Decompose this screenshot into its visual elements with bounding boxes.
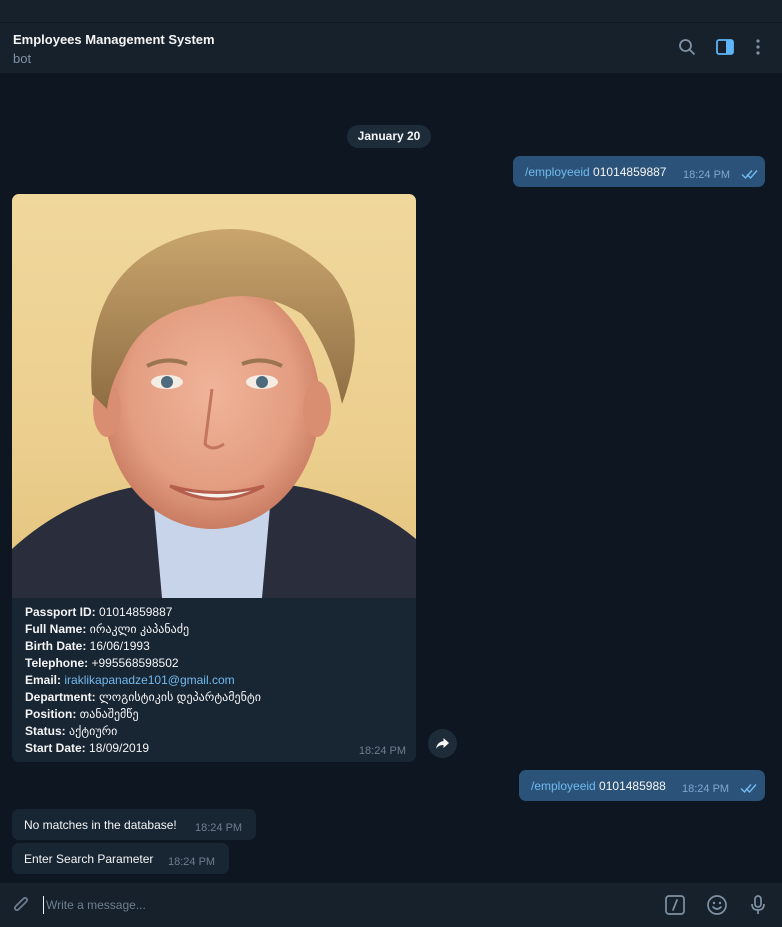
- forward-icon: [436, 738, 449, 749]
- message-text: No matches in the database!: [24, 818, 177, 832]
- paperclip-icon[interactable]: [10, 894, 32, 916]
- department-row: Department: ლოგისტიკის დეპარტამენტი: [25, 690, 261, 704]
- fullname-row: Full Name: ირაკლი კაპანაძე: [25, 622, 190, 636]
- incoming-message[interactable]: Enter Search Parameter 18:24 PM: [12, 843, 229, 874]
- message-composer: [0, 883, 782, 927]
- more-vertical-icon[interactable]: [748, 37, 768, 57]
- bot-command-icon[interactable]: [664, 894, 686, 916]
- message-time: 18:24 PM: [358, 745, 406, 757]
- portrait-image: [12, 229, 416, 598]
- bot-command-link[interactable]: /employeeid: [525, 165, 590, 179]
- chat-title[interactable]: Employees Management System: [13, 32, 215, 47]
- emoji-icon[interactable]: [706, 894, 728, 916]
- double-check-icon: [741, 170, 758, 180]
- message-time: 18:24 PM: [195, 822, 243, 834]
- message-text: /employeeid 01014859887: [525, 165, 667, 179]
- telephone-row: Telephone: +995568598502: [25, 656, 179, 670]
- email-row: Email: iraklikapanadze101@gmail.com: [25, 673, 235, 687]
- email-link[interactable]: iraklikapanadze101@gmail.com: [64, 673, 234, 687]
- incoming-message[interactable]: No matches in the database! 18:24 PM: [12, 809, 256, 840]
- window-top-strip: [0, 0, 782, 22]
- message-time: 18:24 PM: [683, 169, 731, 181]
- chat-header[interactable]: Employees Management System bot: [0, 22, 782, 73]
- employee-details: Passport ID: 01014859887 Full Name: ირაკ…: [25, 604, 261, 757]
- startdate-row: Start Date: 18/09/2019: [25, 741, 150, 755]
- microphone-icon[interactable]: [747, 894, 769, 916]
- birthdate-row: Birth Date: 16/06/1993: [25, 639, 150, 653]
- bot-command-link[interactable]: /employeeid: [531, 779, 596, 793]
- outgoing-message[interactable]: /employeeid 0101485988 18:24 PM: [519, 770, 765, 801]
- passport-row: Passport ID: 01014859887: [25, 605, 173, 619]
- text-cursor: [43, 896, 44, 914]
- message-text: /employeeid 0101485988: [531, 779, 666, 793]
- message-time: 18:24 PM: [682, 783, 730, 795]
- chat-subtitle: bot: [13, 51, 32, 66]
- search-icon[interactable]: [677, 37, 697, 57]
- employee-photo[interactable]: [12, 194, 416, 598]
- employee-photo-message[interactable]: Passport ID: 01014859887 Full Name: ირაკ…: [12, 194, 416, 762]
- forward-button[interactable]: [428, 729, 457, 758]
- outgoing-message[interactable]: /employeeid 01014859887 18:24 PM: [513, 156, 765, 187]
- position-row: Position: თანაშემწე: [25, 707, 139, 721]
- status-row: Status: აქტიური: [25, 724, 118, 738]
- message-time: 18:24 PM: [168, 856, 216, 868]
- message-input[interactable]: [46, 894, 646, 916]
- date-separator: January 20: [347, 125, 431, 148]
- message-text: Enter Search Parameter: [24, 852, 154, 866]
- sidebar-toggle-icon[interactable]: [715, 37, 735, 57]
- double-check-icon: [740, 784, 757, 794]
